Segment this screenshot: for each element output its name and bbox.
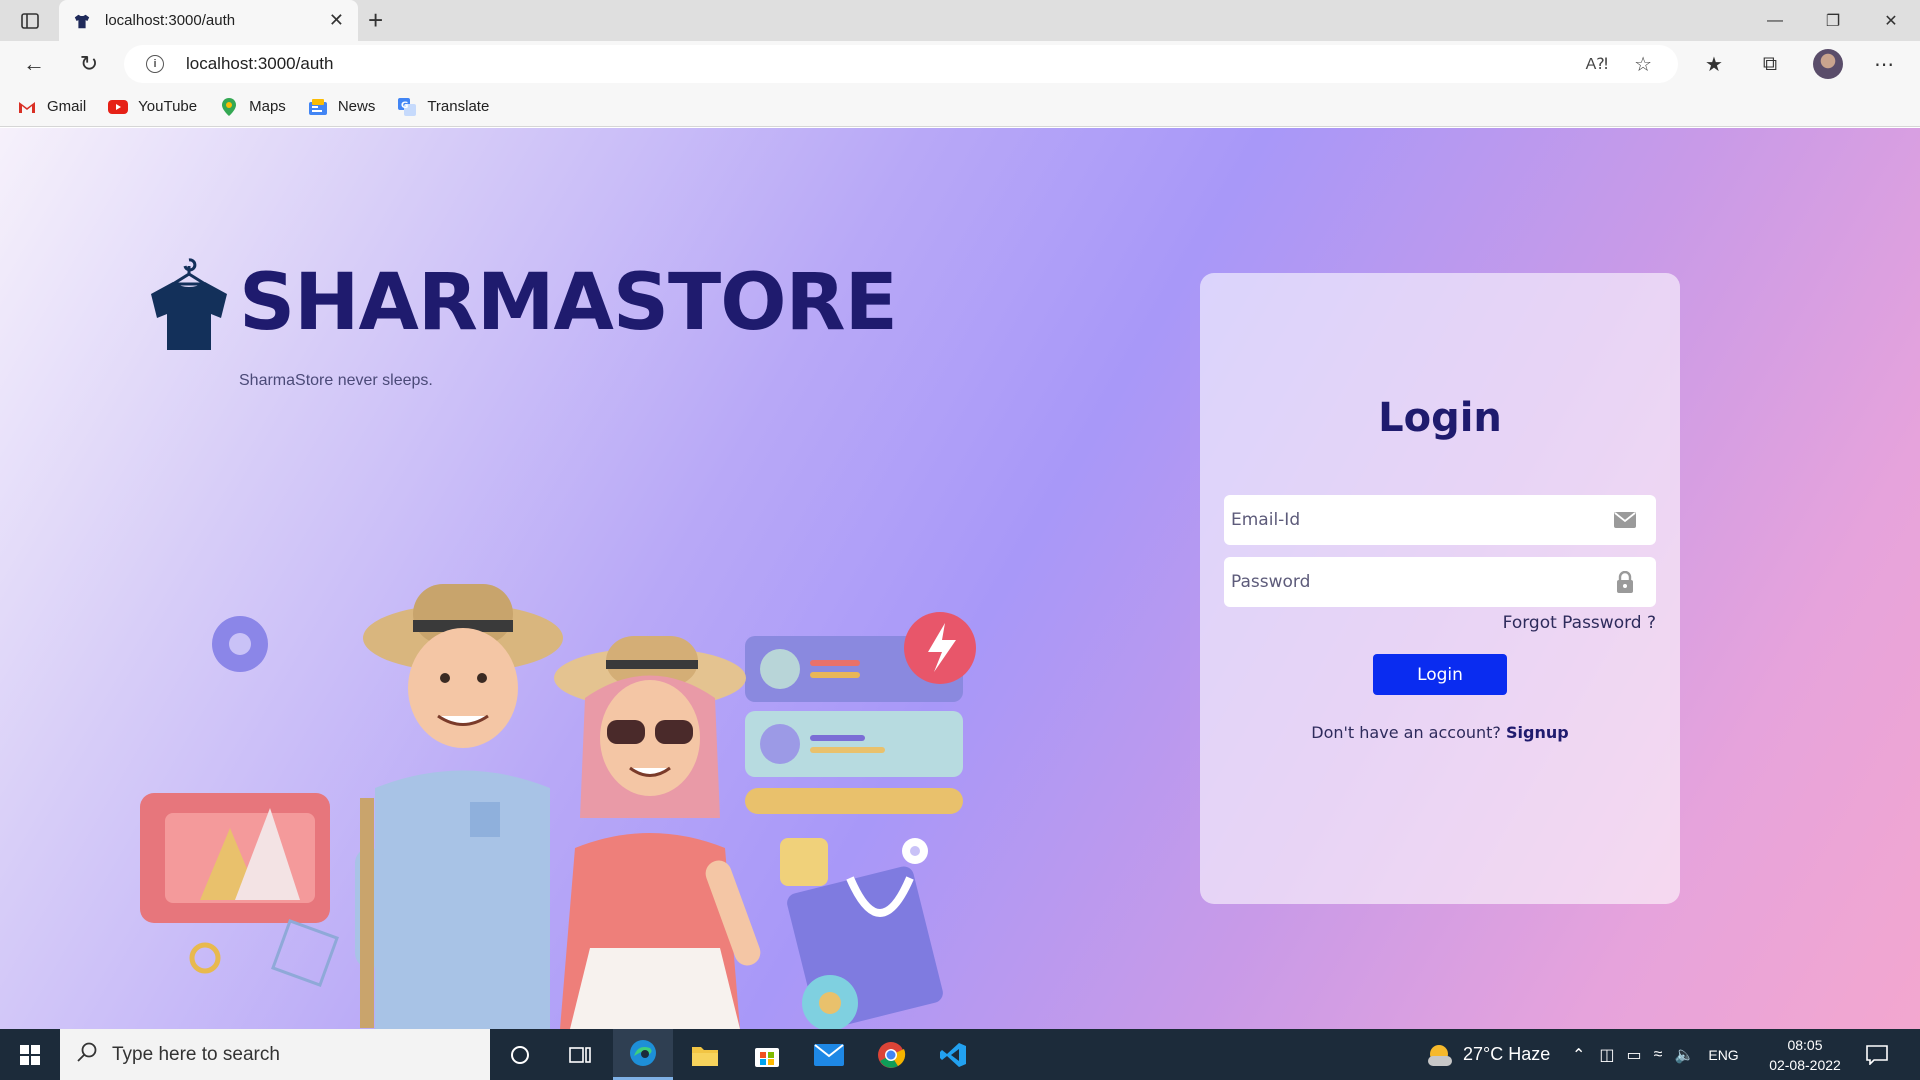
browser-tab-bar: localhost:3000/auth ✕ + — ❐ ✕: [0, 0, 1920, 41]
taskbar-search[interactable]: Type here to search: [60, 1029, 490, 1080]
tshirt-favicon-icon: [73, 12, 91, 30]
restore-icon[interactable]: ❐: [1804, 0, 1862, 41]
back-icon[interactable]: ←: [19, 50, 49, 78]
edge-icon[interactable]: [613, 1029, 673, 1080]
bookmark-label: Translate: [427, 98, 490, 115]
cortana-icon[interactable]: [490, 1029, 550, 1080]
add-favorite-icon[interactable]: ☆: [1634, 52, 1652, 77]
tab-close-icon[interactable]: ✕: [329, 10, 344, 31]
url-field[interactable]: i localhost:3000/auth A⁈ ☆: [124, 45, 1678, 83]
meet-now-icon[interactable]: ◫: [1599, 1045, 1614, 1065]
bookmark-maps[interactable]: Maps: [219, 97, 286, 116]
wifi-icon[interactable]: ≈: [1654, 1046, 1663, 1064]
new-tab-button[interactable]: +: [368, 6, 383, 34]
brand-name: SHARMASTORE: [239, 258, 898, 348]
tab-actions-icon[interactable]: [14, 8, 46, 34]
lock-icon: [1614, 571, 1636, 593]
bookmarks-bar: Gmail YouTube Maps News G Translate: [0, 87, 1920, 127]
login-card: Login Forgot Password ? Login Don't have…: [1200, 273, 1680, 904]
file-explorer-icon[interactable]: [675, 1029, 735, 1080]
brand-tagline: SharmaStore never sleeps.: [239, 372, 433, 389]
bookmark-youtube[interactable]: YouTube: [108, 98, 197, 116]
bookmark-label: YouTube: [138, 98, 198, 115]
window-close-icon[interactable]: ✕: [1862, 0, 1920, 41]
chrome-icon[interactable]: [861, 1029, 921, 1080]
vscode-icon[interactable]: [923, 1029, 983, 1080]
search-icon: [76, 1041, 98, 1068]
collections-icon[interactable]: ⧉: [1756, 51, 1784, 77]
auth-page: SHARMASTORE SharmaStore never sleeps. Lo…: [0, 128, 1920, 1029]
weather-text: 27°C Haze: [1463, 1044, 1551, 1064]
site-info-icon[interactable]: i: [146, 55, 164, 73]
svg-text:G: G: [401, 101, 408, 111]
minimize-icon[interactable]: —: [1746, 0, 1804, 41]
clock-date: 02-08-2022: [1769, 1057, 1841, 1073]
bookmark-translate[interactable]: G Translate: [397, 97, 490, 116]
login-button[interactable]: Login: [1373, 654, 1507, 695]
store-logo: SHARMASTORE: [145, 256, 898, 350]
language-indicator[interactable]: ENG: [1708, 1047, 1738, 1063]
weather-sun-icon: [1428, 1044, 1452, 1066]
maps-icon: [219, 97, 239, 116]
bookmark-label: News: [337, 98, 376, 115]
bookmark-news[interactable]: News: [308, 98, 376, 116]
system-clock[interactable]: 08:05 02-08-2022: [1760, 1035, 1850, 1075]
tab-title: localhost:3000/auth: [105, 12, 236, 29]
refresh-icon[interactable]: ↻: [74, 50, 104, 78]
forgot-password-link[interactable]: Forgot Password ?: [1503, 613, 1656, 633]
bookmark-label: Maps: [249, 98, 286, 115]
profile-avatar[interactable]: [1813, 49, 1843, 79]
weather-widget[interactable]: 27°C Haze: [1425, 1029, 1550, 1080]
browser-tab[interactable]: localhost:3000/auth ✕: [59, 0, 358, 41]
windows-start-icon[interactable]: [0, 1029, 60, 1080]
tshirt-hanger-icon: [151, 258, 227, 350]
volume-icon[interactable]: 🔈: [1674, 1045, 1694, 1065]
gmail-icon: [17, 98, 37, 116]
shoppers-illustration: [140, 584, 976, 1029]
more-menu-icon[interactable]: ⋯: [1870, 51, 1898, 77]
battery-icon[interactable]: ▭: [1627, 1045, 1642, 1065]
address-bar-row: ← ↻ i localhost:3000/auth A⁈ ☆ ★ ⧉ ⋯: [0, 41, 1920, 87]
envelope-icon: [1614, 510, 1636, 530]
notifications-icon[interactable]: [1866, 1029, 1888, 1080]
bookmark-label: Gmail: [47, 98, 87, 115]
login-title: Login: [1378, 395, 1502, 441]
task-view-icon[interactable]: [550, 1029, 610, 1080]
clock-time: 08:05: [1787, 1037, 1823, 1053]
no-account-text: Don't have an account?: [1311, 723, 1501, 742]
signup-link[interactable]: Signup: [1506, 723, 1569, 742]
url-text: localhost:3000/auth: [186, 54, 334, 73]
email-input[interactable]: [1231, 510, 1614, 530]
signup-prompt: Don't have an account? Signup: [1200, 723, 1680, 742]
password-field[interactable]: [1224, 557, 1656, 607]
show-hidden-icon[interactable]: ⌃: [1572, 1045, 1585, 1065]
favorites-icon[interactable]: ★: [1700, 51, 1728, 77]
read-aloud-icon[interactable]: A⁈: [1586, 54, 1608, 74]
email-field[interactable]: [1224, 495, 1656, 545]
translate-icon: G: [397, 97, 417, 116]
mail-icon[interactable]: [799, 1029, 859, 1080]
youtube-icon: [108, 98, 129, 116]
tray-icons: ⌃ ◫ ▭ ≈ 🔈 ENG: [1572, 1029, 1739, 1080]
search-placeholder: Type here to search: [112, 1043, 280, 1065]
news-icon: [308, 98, 328, 116]
bookmark-gmail[interactable]: Gmail: [17, 98, 86, 116]
windows-taskbar: Type here to search 27°C Haze ⌃ ◫ ▭ ≈ 🔈 …: [0, 1029, 1920, 1080]
password-input[interactable]: [1231, 572, 1614, 592]
store-icon[interactable]: [737, 1029, 797, 1080]
